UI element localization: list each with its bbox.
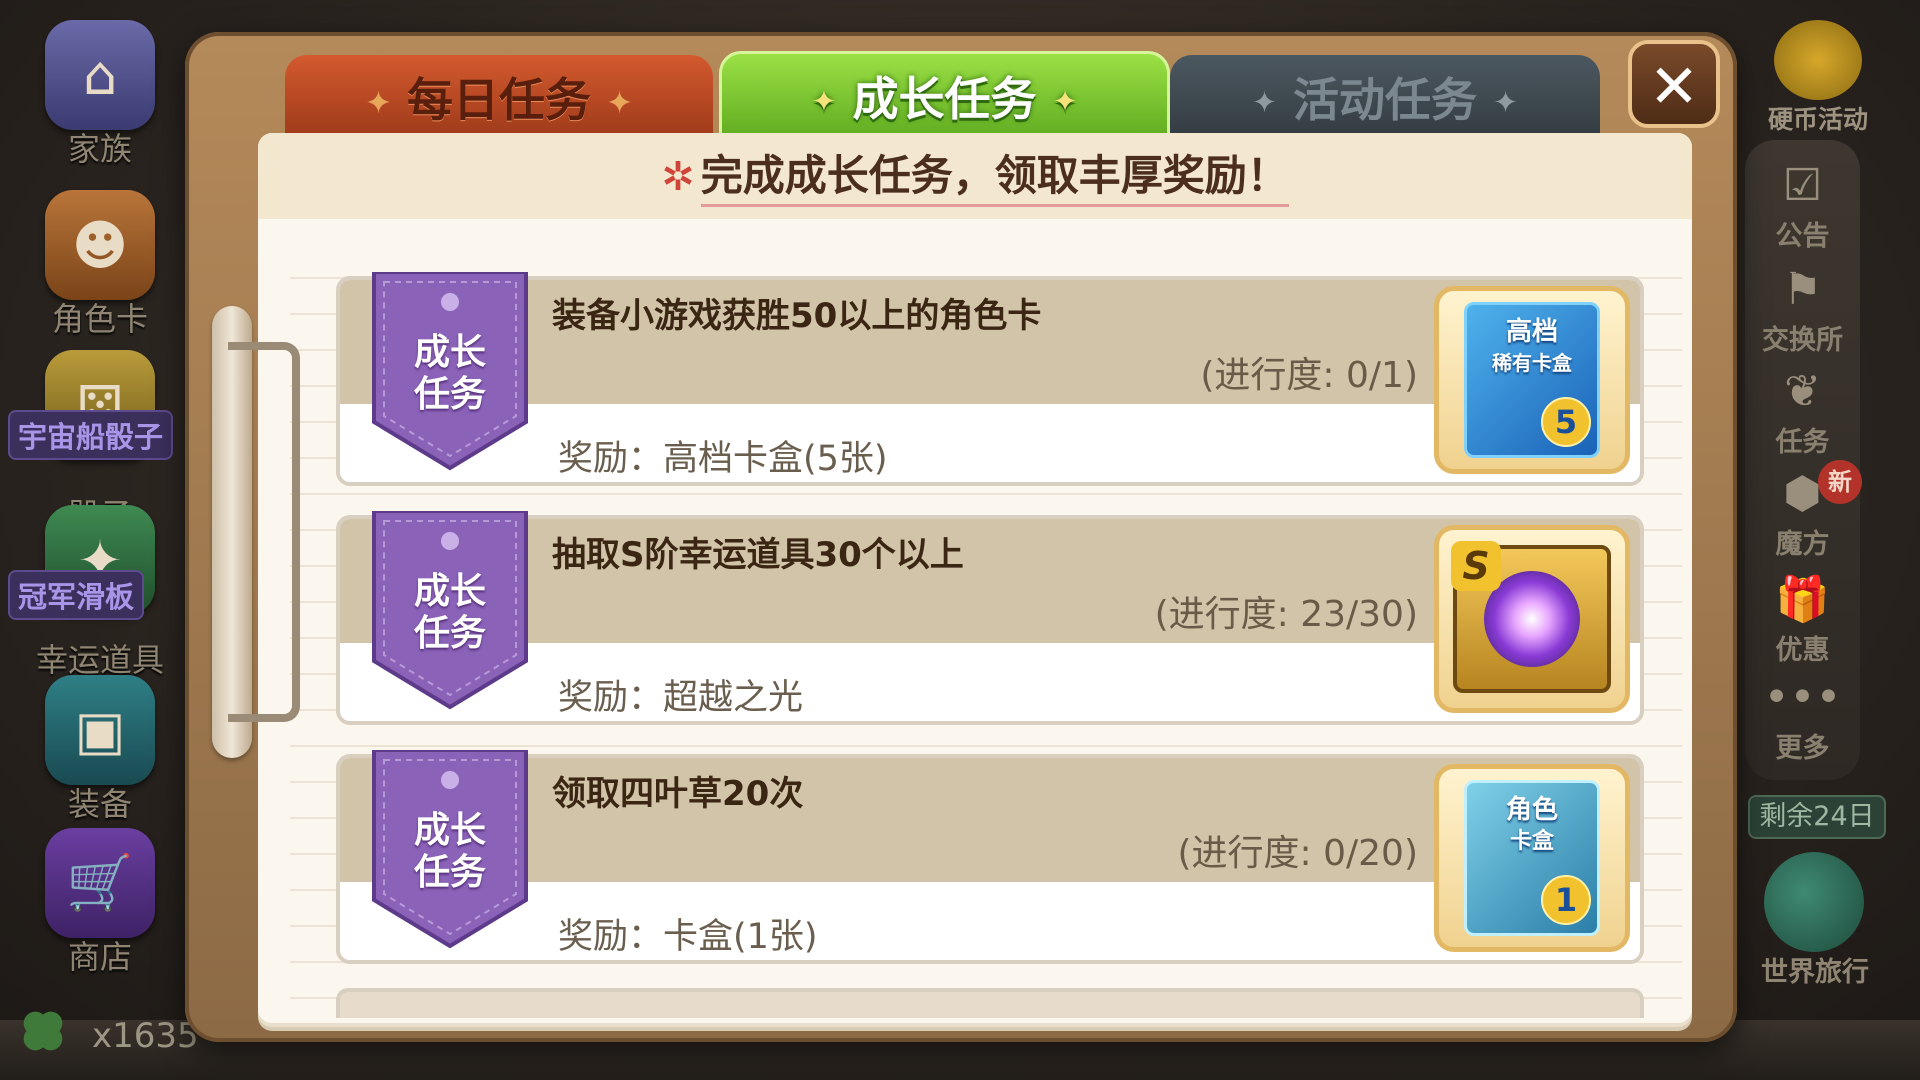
binder-clip-bar	[228, 342, 300, 722]
task-title: 抽取S阶幸运道具30个以上	[552, 535, 964, 575]
ribbon-line2: 任务	[413, 374, 486, 415]
world-travel-label: 世界旅行	[1761, 957, 1869, 988]
task-reward: 奖励：超越之光	[558, 678, 804, 718]
growth-task-ribbon: 成长 任务	[370, 272, 530, 472]
reward-item-slot[interactable]: S	[1434, 525, 1630, 713]
deals-label: 优惠	[1775, 635, 1830, 666]
tab-growth-tasks[interactable]: ✦ 成长任务 ✦	[719, 51, 1170, 144]
transcendence-light-icon: S	[1451, 541, 1611, 693]
equipment-label: 装备	[67, 785, 132, 823]
globe-icon[interactable]	[1764, 852, 1864, 952]
item-count-badge: 5	[1541, 397, 1591, 447]
premium-card-box-icon: 高档稀有卡盒 5	[1464, 302, 1600, 458]
more-dots-icon: •••	[1763, 672, 1842, 723]
person-card-icon: ☻	[45, 190, 155, 300]
tab-label: 活动任务	[1293, 73, 1477, 127]
tab-daily-tasks[interactable]: ✦ 每日任务 ✦	[285, 55, 713, 137]
task-reward: 奖励：卡盒(1张)	[558, 917, 818, 957]
task-progress: (进行度: 0/1)	[1200, 355, 1418, 396]
close-button[interactable]: ✕	[1628, 40, 1720, 128]
close-icon: ✕	[1648, 52, 1700, 122]
panel-header: ✲ 完成成长任务，领取丰厚奖励！	[258, 133, 1692, 219]
left-menu: ⌂ 家族 ☻ 角色卡 ⚄ 骰子 宇宙船骰子 ✦ 幸运道具 冠军滑板 ▣ 装备 🛒…	[0, 0, 190, 1080]
exchange-button[interactable]: ⚑ 交换所	[1745, 262, 1860, 357]
notice-label: 公告	[1775, 221, 1830, 252]
clover-count: x1635	[92, 1016, 199, 1056]
champion-skateboard-badge: 冠军滑板	[8, 570, 145, 620]
deals-button[interactable]: 🎁 优惠	[1745, 572, 1860, 667]
equipment-card-icon: ▣	[45, 675, 155, 785]
sparkle-icon: ✦	[1493, 85, 1519, 121]
growth-task-ribbon: 成长 任务	[370, 511, 530, 711]
task-card: 成长 任务 领取四叶草20次 (进行度: 0/20) 奖励：卡盒(1张) 角色卡盒…	[336, 750, 1644, 964]
days-left-badge: 剩余24日	[1748, 795, 1886, 839]
calendar-icon: ☑	[1782, 160, 1823, 211]
ribbon-line2: 任务	[413, 852, 486, 893]
sparkle-icon: ✦	[607, 85, 633, 121]
role-card-button[interactable]: ☻ 角色卡	[15, 190, 185, 340]
sparkle-icon: ✦	[365, 85, 391, 121]
clover-icon	[23, 1011, 63, 1051]
item-count-badge: 1	[1541, 875, 1591, 925]
task-progress: (进行度: 0/20)	[1177, 833, 1418, 874]
more-label: 更多	[1775, 733, 1830, 764]
ribbon-line1: 成长	[413, 571, 486, 612]
new-badge: 新	[1818, 460, 1862, 504]
more-button[interactable]: ••• 更多	[1745, 670, 1860, 765]
ribbon-line1: 成长	[413, 332, 486, 373]
shopping-cart-icon: 🛒	[45, 828, 155, 938]
task-progress: (进行度: 23/30)	[1154, 594, 1418, 635]
tab-label: 成长任务	[852, 72, 1037, 126]
s-rank-badge: S	[1451, 541, 1501, 591]
ribbon-line1: 成长	[413, 810, 486, 851]
spaceship-dice-badge: 宇宙船骰子	[8, 410, 174, 460]
coin-event-label: 硬币活动	[1768, 105, 1869, 134]
sparkle-icon: ✦	[1251, 85, 1277, 121]
item-text-2: 稀有卡盒	[1492, 351, 1572, 375]
reward-item-slot[interactable]: 高档稀有卡盒 5	[1434, 286, 1630, 474]
coin-event-button[interactable]: 硬币活动	[1768, 20, 1868, 136]
exchange-label: 交换所	[1762, 325, 1843, 356]
family-button[interactable]: ⌂ 家族	[15, 20, 185, 170]
tab-label: 每日任务	[407, 73, 591, 127]
item-text-1: 高档	[1505, 317, 1558, 347]
shop-button[interactable]: 🛒 商店	[15, 828, 185, 978]
flag-icon: ⚑	[1782, 264, 1823, 315]
family-label: 家族	[67, 130, 132, 168]
pin-icon: ✲	[661, 154, 695, 200]
item-text-1: 角色	[1505, 795, 1558, 825]
growth-task-ribbon: 成长 任务	[370, 750, 530, 950]
task-title: 装备小游戏获胜50以上的角色卡	[552, 296, 1042, 336]
equipment-button[interactable]: ▣ 装备	[15, 675, 185, 825]
item-text-2: 卡盒	[1509, 829, 1554, 854]
task-reward: 奖励：高档卡盒(5张)	[558, 439, 888, 479]
task-card: 成长 任务 装备小游戏获胜50以上的角色卡 (进行度: 0/1) 奖励：高档卡盒(…	[336, 272, 1644, 486]
notice-button[interactable]: ☑ 公告	[1745, 158, 1860, 253]
sparkle-icon: ✦	[1052, 84, 1078, 120]
tab-event-tasks[interactable]: ✦ 活动任务 ✦	[1170, 55, 1600, 137]
house-icon: ⌂	[45, 20, 155, 130]
next-task-card-peek	[336, 988, 1644, 1018]
role-card-label: 角色卡	[51, 300, 148, 338]
shop-label: 商店	[67, 938, 132, 976]
cube-label: 魔方	[1775, 529, 1830, 560]
header-text: 完成成长任务，领取丰厚奖励！	[700, 151, 1289, 207]
task-card: 成长 任务 抽取S阶幸运道具30个以上 (进行度: 23/30) 奖励：超越之光 …	[336, 511, 1644, 725]
task-title: 领取四叶草20次	[552, 774, 804, 814]
card-pack-icon: 角色卡盒 1	[1464, 780, 1600, 936]
reward-item-slot[interactable]: 角色卡盒 1	[1434, 764, 1630, 952]
tasks-label: 任务	[1775, 427, 1830, 458]
sparkle-icon: ✦	[811, 84, 837, 120]
leaf-icon: ❦	[1784, 366, 1821, 417]
tasks-button[interactable]: ❦ 任务	[1745, 364, 1860, 459]
coin-icon	[1774, 20, 1862, 100]
gift-icon: 🎁	[1775, 574, 1830, 625]
ribbon-line2: 任务	[413, 613, 486, 654]
